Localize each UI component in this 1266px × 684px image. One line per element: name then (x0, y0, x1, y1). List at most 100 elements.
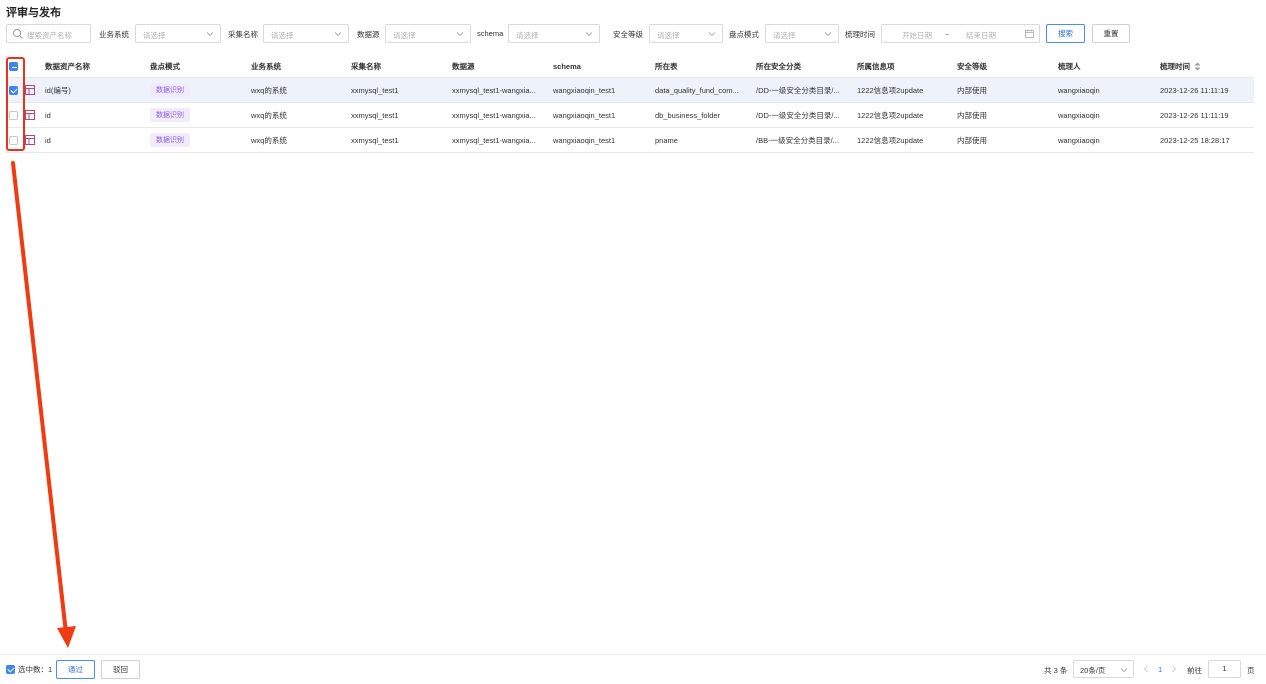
mode-tag: 数据识别 (150, 83, 190, 97)
security-level-select[interactable]: 请选择 (649, 24, 723, 43)
business-system-label: 业务系统 (99, 30, 129, 39)
cell-table: data_quality_fund_com... (655, 85, 739, 95)
collect-name-select[interactable]: 请选择 (263, 24, 349, 43)
header-business-system: 业务系统 (251, 62, 281, 71)
prev-page-icon[interactable] (1143, 665, 1149, 673)
table-header: 数据资产名称 盘点模式 业务系统 采集名称 数据源 schema 所在表 所在安… (6, 56, 1254, 78)
total-count: 共 3 条 (1044, 666, 1068, 675)
sort-time-label: 梳理时间 (845, 30, 875, 39)
sort-icon[interactable] (1194, 62, 1201, 71)
security-level-label: 安全等级 (613, 30, 643, 39)
chevron-down-icon (708, 32, 716, 37)
selected-count-checkbox[interactable] (6, 665, 15, 674)
table-icon (25, 78, 35, 102)
cell-mode: 数据识别 (150, 78, 190, 102)
cell-name: id (45, 110, 51, 120)
table-icon (25, 128, 35, 152)
goto-page-input[interactable]: 1 (1208, 660, 1241, 678)
select-placeholder: 请选择 (143, 31, 166, 40)
select-placeholder: 请选择 (773, 31, 796, 40)
header-inventory-mode: 盘点模式 (150, 62, 180, 71)
cell-owner: wangxiaoqin (1058, 135, 1100, 145)
cell-mode: 数据识别 (150, 103, 190, 127)
current-page[interactable]: 1 (1158, 665, 1162, 674)
cell-collect: xxmysql_test1 (351, 135, 399, 145)
inventory-mode-label: 盘点模式 (729, 30, 759, 39)
cell-category: /DD-一级安全分类目录/... (756, 85, 840, 95)
date-separator: ~ (945, 30, 950, 39)
header-datasource: 数据源 (452, 62, 475, 71)
datasource-select[interactable]: 请选择 (385, 24, 471, 43)
page-unit-label: 页 (1247, 666, 1255, 675)
footer-bar: 选中数：1 通过 驳回 共 3 条 20条/页 1 前往 1 页 (0, 654, 1266, 684)
date-range-picker[interactable]: 开始日期 ~ 结束日期 (881, 24, 1040, 43)
cell-category: /DD-一级安全分类目录/... (756, 110, 840, 120)
next-page-icon[interactable] (1171, 665, 1177, 673)
cell-info-item: 1222信息项2update (857, 85, 924, 95)
datasource-label: 数据源 (357, 30, 380, 39)
business-system-select[interactable]: 请选择 (135, 24, 221, 43)
select-placeholder: 请选择 (393, 31, 416, 40)
cell-datasource: xxmysql_test1-wangxia... (452, 135, 536, 145)
chevron-down-icon (1120, 668, 1128, 673)
search-button[interactable]: 搜索 (1046, 24, 1085, 43)
cell-schema: wangxiaoqin_test1 (553, 110, 616, 120)
header-security-category: 所在安全分类 (756, 62, 801, 71)
table-icon (25, 103, 35, 127)
page-title: 评审与发布 (6, 7, 61, 19)
select-placeholder: 请选择 (271, 31, 294, 40)
cell-system: wxq的系统 (251, 85, 287, 95)
chevron-down-icon (334, 32, 342, 37)
select-placeholder: 请选择 (516, 31, 539, 40)
table-row[interactable]: id 数据识别 wxq的系统 xxmysql_test1 xxmysql_test1-w… (6, 128, 1254, 153)
annotation-highlight-box (6, 57, 25, 151)
mode-tag: 数据识别 (150, 133, 190, 147)
table-row[interactable]: id(编号) 数据识别 wxq的系统 xxmysql_test1 xxmysql_tes… (6, 78, 1254, 103)
date-end-placeholder: 结束日期 (966, 31, 996, 40)
chevron-down-icon (456, 32, 464, 37)
cell-time: 2023-12-26 11:11:19 (1160, 85, 1229, 95)
cell-info-item: 1222信息项2update (857, 110, 924, 120)
chevron-down-icon (206, 32, 214, 37)
cell-level: 内部使用 (957, 110, 987, 120)
asset-table: 数据资产名称 盘点模式 业务系统 采集名称 数据源 schema 所在表 所在安… (6, 56, 1254, 153)
goto-label: 前往 (1187, 666, 1202, 675)
table-row[interactable]: id 数据识别 wxq的系统 xxmysql_test1 xxmysql_test1-w… (6, 103, 1254, 128)
cell-name: id(编号) (45, 85, 71, 95)
cell-system: wxq的系统 (251, 110, 287, 120)
header-owner: 梳理人 (1058, 62, 1081, 71)
chevron-down-icon (585, 32, 593, 37)
cell-level: 内部使用 (957, 135, 987, 145)
page-size-select[interactable]: 20条/页 (1073, 660, 1134, 678)
approve-button[interactable]: 通过 (56, 660, 95, 679)
cell-mode: 数据识别 (150, 128, 190, 152)
date-start-placeholder: 开始日期 (902, 31, 932, 40)
selected-count-label: 选中数：1 (18, 665, 53, 674)
cell-name: id (45, 135, 51, 145)
calendar-icon (1025, 29, 1034, 38)
inventory-mode-select[interactable]: 请选择 (765, 24, 839, 43)
search-input[interactable]: 搜索资产名称 (6, 24, 91, 43)
cell-datasource: xxmysql_test1-wangxia... (452, 110, 536, 120)
cell-collect: xxmysql_test1 (351, 110, 399, 120)
cell-collect: xxmysql_test1 (351, 85, 399, 95)
search-icon (12, 28, 23, 39)
cell-time: 2023-12-26 11:11:19 (1160, 110, 1229, 120)
selected-count: 选中数：1 (6, 664, 52, 675)
header-sort-time[interactable]: 梳理时间 (1160, 56, 1201, 77)
page-size-value: 20条/页 (1080, 666, 1106, 675)
cell-system: wxq的系统 (251, 135, 287, 145)
search-placeholder: 搜索资产名称 (27, 31, 72, 40)
cell-owner: wangxiaoqin (1058, 110, 1100, 120)
schema-select[interactable]: 请选择 (508, 24, 600, 43)
header-security-level: 安全等级 (957, 62, 987, 71)
cell-schema: wangxiaoqin_test1 (553, 85, 616, 95)
cell-datasource: xxmysql_test1-wangxia... (452, 85, 536, 95)
chevron-down-icon (824, 32, 832, 37)
reject-button[interactable]: 驳回 (101, 660, 140, 679)
cell-info-item: 1222信息项2update (857, 135, 924, 145)
mode-tag: 数据识别 (150, 108, 190, 122)
schema-label: schema (477, 29, 504, 38)
reset-button[interactable]: 重置 (1092, 24, 1130, 43)
cell-owner: wangxiaoqin (1058, 85, 1100, 95)
